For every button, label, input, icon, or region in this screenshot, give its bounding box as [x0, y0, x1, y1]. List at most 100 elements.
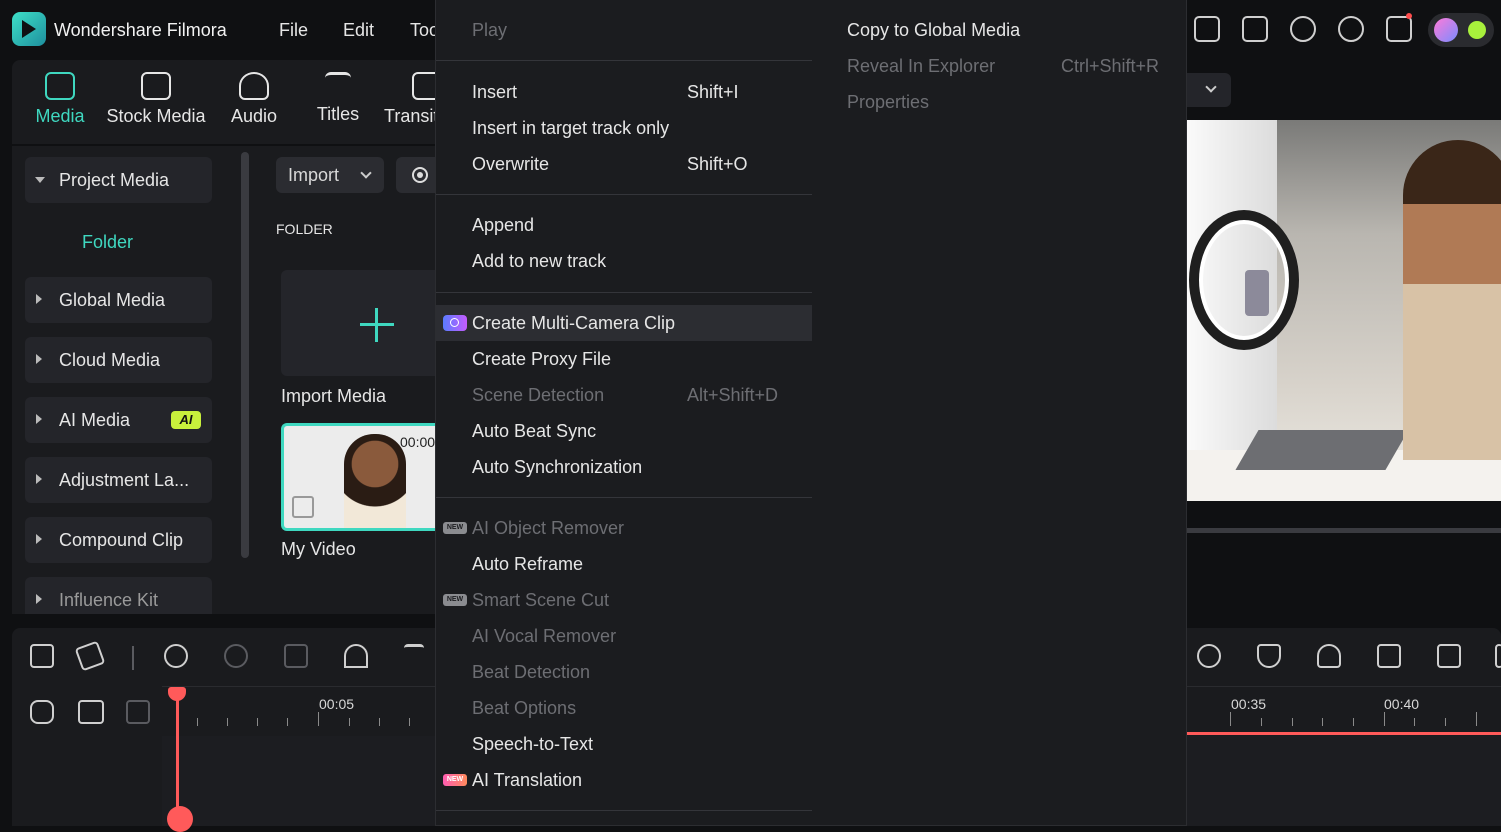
ruler-tick [227, 718, 228, 726]
menu-divider [436, 60, 812, 61]
upgrade-icon[interactable] [1468, 21, 1486, 39]
import-dropdown[interactable]: Import [276, 157, 384, 193]
menu-item-insert[interactable]: Insert Shift+I [436, 74, 812, 110]
sidebar-item-global-media[interactable]: Global Media [25, 277, 212, 323]
menu-item-append[interactable]: Append [436, 207, 812, 243]
text-tool-icon[interactable] [404, 644, 424, 668]
menu-item-reveal-in-explorer[interactable]: Reveal In Explorer Ctrl+Shift+R [812, 48, 1188, 84]
sidebar-scrollbar[interactable] [241, 152, 249, 558]
sidebar-item-influence-kit[interactable]: Influence Kit [25, 577, 212, 614]
preview-quality-dropdown[interactable] [1187, 73, 1231, 107]
menu-item-speech-to-text[interactable]: Speech-to-Text [436, 726, 812, 762]
select-tool-icon[interactable] [74, 640, 106, 672]
folder-heading: FOLDER [276, 221, 333, 237]
track-manager-icon[interactable] [126, 700, 150, 724]
menu-item-create-proxy-file[interactable]: Create Proxy File [436, 341, 812, 377]
redo-icon[interactable] [224, 644, 248, 668]
film-icon [292, 496, 314, 518]
plus-icon-vertical [375, 308, 378, 342]
chevron-down-icon [1205, 81, 1217, 93]
new-badge: NEW [443, 522, 467, 534]
sidebar-item-label: AI Media [59, 410, 131, 430]
menu-item-copy-to-global-media[interactable]: Copy to Global Media [812, 12, 1188, 48]
menu-item-shortcut: Ctrl+Shift+R [1061, 56, 1160, 76]
menu-item-scene-detection[interactable]: Scene Detection Alt+Shift+D [436, 377, 812, 413]
sidebar-item-label: Influence Kit [59, 590, 159, 610]
tab-titles[interactable]: Titles [310, 70, 366, 140]
menu-item-label: Reveal In Explorer [847, 56, 996, 76]
menu-item-properties[interactable]: Properties [812, 84, 1188, 120]
sidebar-item-adjustment-layer[interactable]: Adjustment La... [25, 457, 212, 503]
menu-item-ai-vocal-remover[interactable]: AI Vocal Remover [436, 618, 812, 654]
scissors-icon[interactable] [344, 644, 368, 668]
menu-item-create-multi-camera-clip[interactable]: Create Multi-Camera Clip [436, 305, 812, 341]
layout-grid-icon[interactable] [30, 644, 54, 668]
preview-player[interactable] [1187, 120, 1501, 501]
save-icon[interactable] [1242, 16, 1268, 42]
delete-icon[interactable] [284, 644, 308, 668]
sidebar-item-ai-media[interactable]: AI Media AI [25, 397, 212, 443]
playback-icon[interactable] [1197, 644, 1221, 668]
undo-icon[interactable] [164, 644, 188, 668]
ring-light-image [1189, 210, 1299, 350]
sidebar-item-cloud-media[interactable]: Cloud Media [25, 337, 212, 383]
preview-progress-bar[interactable] [1187, 528, 1501, 533]
menu-item-label: Scene Detection [472, 385, 605, 405]
menu-item-beat-options[interactable]: Beat Options [436, 690, 812, 726]
menu-item-add-new-track[interactable]: Add to new track [436, 243, 812, 279]
import-media-tile[interactable] [281, 270, 435, 376]
menu-item-beat-detection[interactable]: Beat Detection [436, 654, 812, 690]
ruler-tick [1414, 718, 1415, 726]
filmora-logo-icon [12, 12, 46, 46]
record-button[interactable] [396, 157, 435, 193]
menu-item-play[interactable]: Play [436, 12, 812, 48]
menu-item-auto-reframe[interactable]: Auto Reframe [436, 546, 812, 582]
tab-audio[interactable]: Audio [226, 70, 282, 140]
link-icon[interactable] [30, 700, 54, 724]
menu-file[interactable]: File [279, 20, 308, 41]
media-icon [45, 72, 75, 100]
sidebar-item-project-media[interactable]: Project Media [25, 157, 212, 203]
menu-item-label: Insert [472, 82, 518, 102]
tab-media[interactable]: Media [30, 70, 90, 140]
ruler-tick [1353, 718, 1354, 726]
menu-item-ai-translation[interactable]: NEW AI Translation [436, 762, 812, 798]
menu-item-label: Auto Beat Sync [472, 421, 597, 441]
new-badge: NEW [443, 594, 467, 606]
menu-item-auto-synchronization[interactable]: Auto Synchronization [436, 449, 812, 485]
menu-item-auto-beat-sync[interactable]: Auto Beat Sync [436, 413, 812, 449]
sidebar-item-folder[interactable]: Folder [82, 232, 133, 253]
tab-stock-media[interactable]: Stock Media [104, 70, 208, 140]
tab-transitions[interactable]: Transiti [384, 70, 435, 140]
menu-item-label: Insert in target track only [472, 118, 670, 138]
marker-icon[interactable] [1257, 644, 1281, 668]
ruler-label: 00:05 [319, 696, 355, 712]
menu-edit[interactable]: Edit [343, 20, 374, 41]
tab-titles-label: Titles [316, 104, 360, 124]
menu-item-label: Auto Synchronization [472, 457, 643, 477]
playhead-bottom-handle[interactable] [167, 806, 193, 832]
apps-grid-icon[interactable] [1386, 16, 1412, 42]
tab-media-label: Media [35, 106, 85, 126]
menu-item-insert-target-track[interactable]: Insert in target track only [436, 110, 812, 146]
link-clips-icon[interactable] [78, 700, 104, 724]
stock-media-icon [141, 72, 171, 100]
headset-icon[interactable] [1338, 16, 1364, 42]
snapshot-icon[interactable] [1437, 644, 1461, 668]
menu-item-ai-object-remover[interactable]: NEW AI Object Remover [436, 510, 812, 546]
account-avatar[interactable] [1428, 13, 1494, 47]
more-icon[interactable] [1495, 644, 1501, 668]
audio-list-icon[interactable] [1377, 644, 1401, 668]
menu-item-smart-scene-cut[interactable]: NEW Smart Scene Cut [436, 582, 812, 618]
menu-item-shortcut: Shift+I [687, 82, 739, 102]
sidebar-item-compound-clip[interactable]: Compound Clip [25, 517, 212, 563]
chevron-down-icon [35, 177, 45, 183]
video-thumbnail[interactable]: 00:00 [281, 423, 435, 531]
media-panel: Import FOLDER Import Media 00:00 My Vide… [252, 146, 435, 614]
ruler-tick [1384, 712, 1385, 726]
microphone-icon[interactable] [1317, 644, 1341, 668]
chevron-right-icon [36, 594, 42, 604]
cloud-upload-icon[interactable] [1290, 16, 1316, 42]
layout-icon[interactable] [1194, 16, 1220, 42]
menu-item-overwrite[interactable]: Overwrite Shift+O [436, 146, 812, 182]
